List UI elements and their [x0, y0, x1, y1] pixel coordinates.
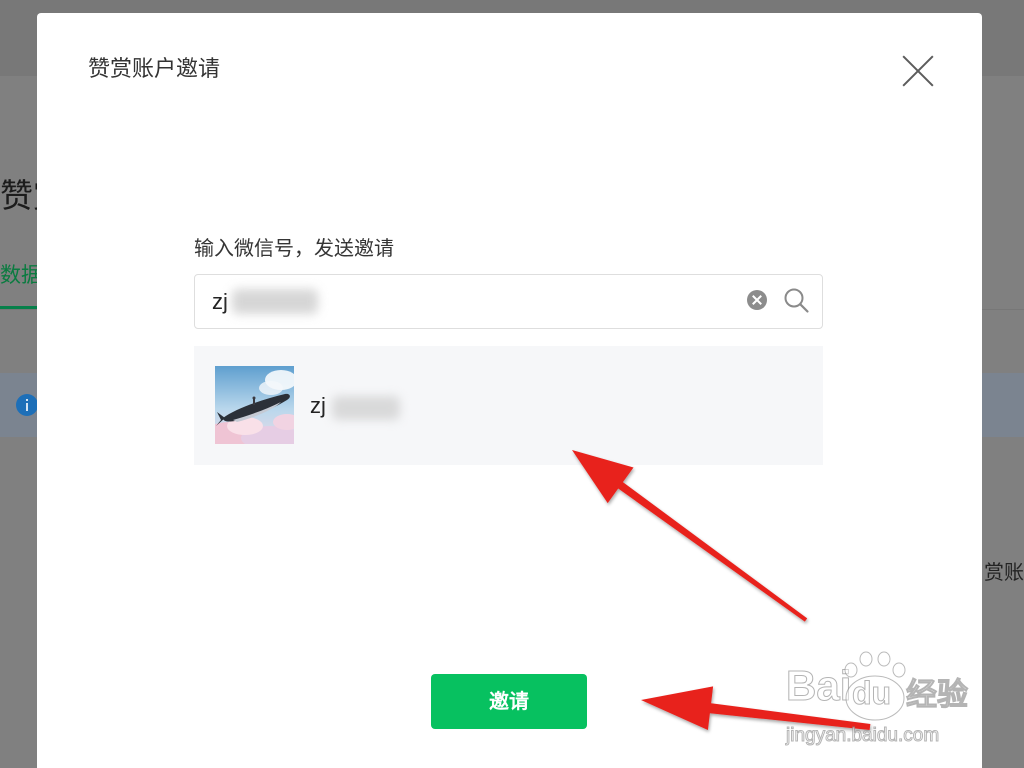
invite-button[interactable]: 邀请 — [431, 674, 587, 729]
search-result-item[interactable]: zj — [194, 346, 823, 465]
clear-circle-icon[interactable] — [747, 290, 767, 310]
avatar — [215, 366, 294, 444]
redacted-blur — [332, 396, 400, 420]
invite-dialog: 赞赏账户邀请 输入微信号，发送邀请 zj zj 邀请 — [37, 13, 982, 768]
redacted-blur — [232, 289, 318, 314]
wechat-id-prompt: 输入微信号，发送邀请 — [194, 236, 394, 260]
background-side-text: 赏账 — [984, 560, 1024, 584]
search-field — [194, 274, 823, 329]
info-icon — [16, 394, 38, 416]
close-icon[interactable] — [901, 54, 935, 88]
dialog-title: 赞赏账户邀请 — [88, 57, 221, 82]
background-tab-data: 数据 — [0, 263, 42, 287]
search-icon[interactable] — [784, 288, 810, 314]
result-name: zj — [310, 393, 326, 418]
